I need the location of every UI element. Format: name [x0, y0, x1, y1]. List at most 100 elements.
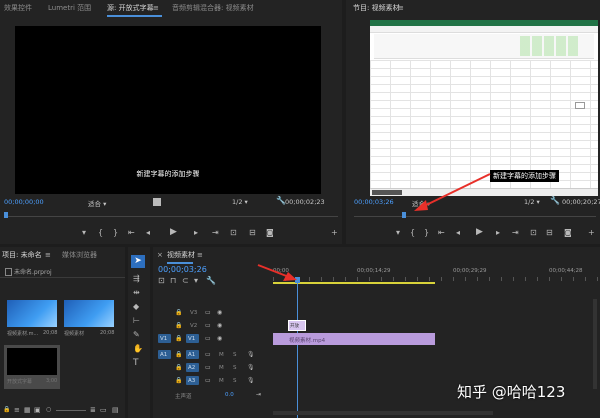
timeline-ruler[interactable]: 00;00 00;00;14;29 00;00;29;29 00;00;44;2…	[273, 265, 600, 287]
snap-icon[interactable]: ⊓	[170, 277, 176, 285]
slip-icon[interactable]: ⊢	[133, 317, 140, 325]
track-lock-icon[interactable]: 🔒	[175, 351, 182, 359]
zoom-out-icon[interactable]: ○	[46, 406, 51, 414]
program-mark-in-icon[interactable]: {	[410, 229, 415, 237]
program-go-to-out-icon[interactable]: ⇥	[512, 229, 519, 237]
track-output-icon[interactable]: ▭	[205, 322, 211, 330]
track-lock-icon[interactable]: 🔒	[175, 335, 182, 343]
mic-icon[interactable]: 🎙	[247, 351, 255, 359]
track-target-v1[interactable]: V1	[186, 334, 199, 343]
timeline-menu-icon[interactable]: ≡	[197, 251, 203, 259]
pen-icon[interactable]: ✎	[133, 331, 140, 339]
tab-effect-controls[interactable]: 效果控件	[4, 3, 32, 13]
timeline-horizontal-scrollbar[interactable]	[273, 411, 493, 415]
program-export-frame-icon[interactable]: ◙	[564, 229, 572, 237]
program-step-back-icon[interactable]: ◂	[456, 229, 460, 237]
ripple-edit-icon[interactable]: ⇹	[133, 289, 140, 297]
mic-icon[interactable]: 🎙	[247, 377, 255, 385]
add-marker-icon[interactable]: ▾	[82, 229, 86, 237]
extract-icon[interactable]: ⊟	[546, 229, 553, 237]
panel-menu-icon[interactable]: ≡	[153, 4, 159, 12]
go-to-out-icon[interactable]: ⇥	[212, 229, 219, 237]
close-icon[interactable]: ×	[157, 251, 163, 259]
eye-icon[interactable]: ◉	[217, 335, 222, 343]
track-target-a1[interactable]: A1	[186, 350, 199, 359]
track-lock-icon[interactable]: 🔒	[175, 377, 182, 385]
insert-icon[interactable]: ⊡	[230, 229, 237, 237]
track-target-a2[interactable]: A2	[186, 363, 199, 372]
source-timecode-left[interactable]: 00;00;00;00	[4, 198, 44, 206]
caption-clip[interactable]: 开放	[288, 320, 306, 331]
new-item-icon[interactable]: ▤	[112, 406, 119, 414]
mute-icon[interactable]: M	[219, 365, 224, 371]
track-select-icon[interactable]: ⇶	[133, 275, 140, 283]
source-playhead[interactable]	[4, 212, 8, 218]
mic-icon[interactable]: 🎙	[247, 364, 255, 372]
track-output-icon[interactable]: ▭	[205, 351, 211, 359]
tab-media-browser[interactable]: 媒体浏览器	[62, 250, 97, 260]
lift-icon[interactable]: ⊡	[530, 229, 537, 237]
solo-icon[interactable]: S	[233, 365, 237, 371]
timeline-settings-icon[interactable]: 🔧	[206, 277, 216, 285]
new-bin-icon[interactable]: ▭	[100, 406, 107, 414]
track-lock-icon[interactable]: 🔒	[175, 364, 182, 372]
add-marker-timeline-icon[interactable]: ▾	[194, 277, 198, 285]
track-target-a3[interactable]: A3	[186, 376, 199, 385]
program-step-forward-icon[interactable]: ▸	[496, 229, 500, 237]
mark-in-icon[interactable]: {	[98, 229, 103, 237]
source-settings-icon[interactable]	[153, 198, 161, 206]
step-forward-icon[interactable]: ▸	[194, 229, 198, 237]
freeform-view-icon[interactable]: ▣	[34, 406, 41, 414]
tab-timeline-sequence[interactable]: 视频素材	[167, 250, 195, 260]
razor-icon[interactable]: ◆	[133, 303, 139, 311]
program-add-marker-icon[interactable]: ▾	[396, 229, 400, 237]
nest-icon[interactable]: ⊡	[158, 277, 165, 285]
selection-tool-icon[interactable]: ➤	[131, 255, 145, 268]
program-playhead[interactable]	[402, 212, 406, 218]
master-track-value[interactable]: 0.0	[225, 392, 234, 398]
go-to-end-icon[interactable]: ⇥	[256, 391, 261, 399]
mute-icon[interactable]: M	[219, 378, 224, 384]
track-output-icon[interactable]: ▭	[205, 309, 211, 317]
source-patch-v1[interactable]: V1	[158, 334, 171, 343]
track-lock-icon[interactable]: 🔒	[175, 309, 182, 317]
project-item[interactable]: 视频素材 20;08	[64, 300, 114, 337]
tab-lumetri-scopes[interactable]: Lumetri 范围	[48, 3, 91, 13]
track-output-icon[interactable]: ▭	[205, 377, 211, 385]
solo-icon[interactable]: S	[233, 352, 237, 358]
timeline-timecode[interactable]: 00;00;03;26	[158, 265, 207, 274]
source-fit-dropdown[interactable]: 适合 ▾	[88, 198, 106, 208]
icon-view-icon[interactable]: ▦	[24, 406, 31, 414]
step-back-icon[interactable]: ◂	[146, 229, 150, 237]
export-frame-icon[interactable]: ◙	[266, 229, 274, 237]
program-go-to-in-icon[interactable]: ⇤	[438, 229, 445, 237]
program-timecode-left[interactable]: 00;00;03;26	[354, 198, 394, 206]
add-button-icon[interactable]: +	[331, 229, 338, 237]
mark-out-icon[interactable]: }	[113, 229, 118, 237]
go-to-in-icon[interactable]: ⇤	[128, 229, 135, 237]
program-resolution-dropdown[interactable]: 1/2 ▾	[524, 198, 540, 206]
zoom-slider[interactable]	[56, 410, 86, 411]
linked-selection-icon[interactable]: ⊂	[182, 277, 189, 285]
program-wrench-icon[interactable]: 🔧	[550, 197, 560, 205]
mute-icon[interactable]: M	[219, 352, 224, 358]
project-item[interactable]: 视频素材.m... 20;08	[7, 300, 57, 337]
list-view-icon[interactable]: ≡	[14, 406, 20, 414]
play-icon[interactable]: ▶	[170, 228, 177, 237]
program-panel-menu-icon[interactable]: ≡	[398, 4, 404, 12]
project-panel-menu-icon[interactable]: ≡	[45, 251, 51, 259]
sort-icon[interactable]: ≣	[90, 406, 96, 414]
source-patch-a1[interactable]: A1	[158, 350, 171, 359]
overwrite-icon[interactable]: ⊟	[249, 229, 256, 237]
tab-audio-clip-mixer[interactable]: 音频剪辑混合器: 视频素材	[172, 3, 254, 13]
lock-icon[interactable]: 🔒	[3, 406, 10, 414]
program-mark-out-icon[interactable]: }	[424, 229, 429, 237]
eye-icon[interactable]: ◉	[217, 309, 222, 317]
track-output-icon[interactable]: ▭	[205, 335, 211, 343]
source-resolution-dropdown[interactable]: 1/2 ▾	[232, 198, 248, 206]
track-lock-icon[interactable]: 🔒	[175, 322, 182, 330]
video-clip[interactable]: 视频素材.mp4	[273, 333, 435, 345]
track-output-icon[interactable]: ▭	[205, 364, 211, 372]
tab-source-monitor[interactable]: 源: 开放式字幕	[107, 3, 154, 13]
program-play-icon[interactable]: ▶	[476, 228, 483, 237]
